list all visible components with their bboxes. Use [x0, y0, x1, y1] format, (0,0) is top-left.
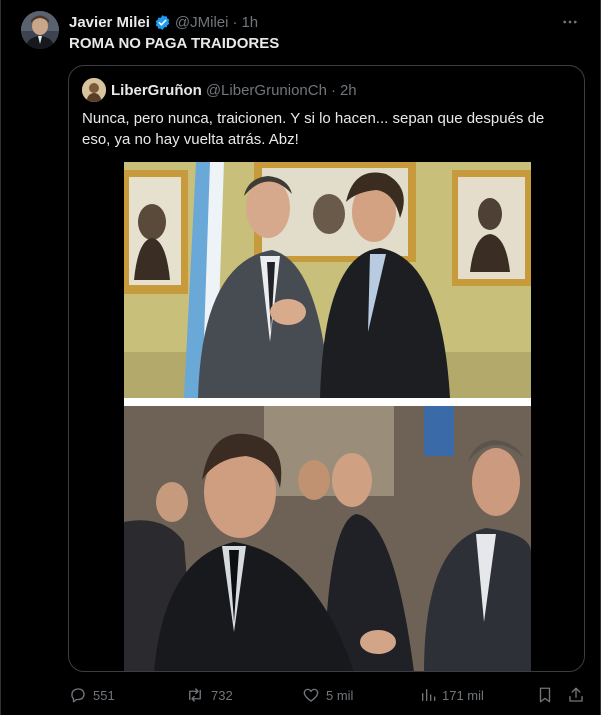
quoted-text: Nunca, pero nunca, traicionen. Y si lo h…	[82, 110, 545, 148]
tweet-timestamp[interactable]: 1h	[241, 14, 258, 31]
retweet-icon	[189, 688, 201, 702]
author-handle[interactable]: @JMilei	[175, 14, 229, 31]
tweet-card[interactable]: Javier Milei @JMilei · 1h ROMA NO PAGA T…	[0, 0, 601, 715]
reply-button[interactable]: 551	[69, 683, 115, 707]
quoted-handle[interactable]: @LiberGrunionCh	[206, 82, 327, 99]
retweet-count: 732	[211, 687, 233, 703]
like-button[interactable]: 5 mil	[302, 683, 353, 707]
quoted-header: LiberGruñon @LiberGrunionCh · 2h	[82, 78, 357, 102]
views-button[interactable]: 171 mil	[420, 683, 484, 707]
share-icon	[569, 687, 583, 702]
author-display-name[interactable]: Javier Milei	[69, 14, 150, 31]
tweet-header: Javier Milei @JMilei · 1h	[69, 12, 258, 32]
views-count: 171 mil	[442, 687, 484, 703]
reply-icon	[71, 688, 85, 703]
views-icon	[422, 689, 436, 701]
quoted-separator: ·	[330, 81, 336, 99]
bookmark-icon	[539, 687, 551, 703]
author-avatar[interactable]	[21, 11, 59, 49]
quoted-timestamp[interactable]: 2h	[340, 82, 357, 99]
verified-badge-icon	[154, 14, 171, 31]
more-options-icon[interactable]	[558, 10, 582, 34]
heart-icon	[303, 688, 319, 702]
quoted-avatar[interactable]	[82, 78, 106, 102]
quoted-tweet[interactable]: LiberGruñon @LiberGrunionCh · 2h Nunca, …	[68, 65, 585, 672]
bookmark-button[interactable]	[536, 683, 560, 707]
tweet-text: ROMA NO PAGA TRAIDORES	[69, 35, 280, 52]
action-bar: 551 732 5 mil 171 mil	[1, 683, 601, 707]
share-button[interactable]	[567, 683, 591, 707]
retweet-button[interactable]: 732	[185, 683, 233, 707]
header-separator: ·	[232, 13, 238, 31]
like-count: 5 mil	[326, 687, 354, 703]
reply-count: 551	[93, 687, 115, 703]
quoted-display-name[interactable]: LiberGruñon	[111, 82, 202, 99]
quoted-media-image[interactable]	[124, 162, 531, 671]
